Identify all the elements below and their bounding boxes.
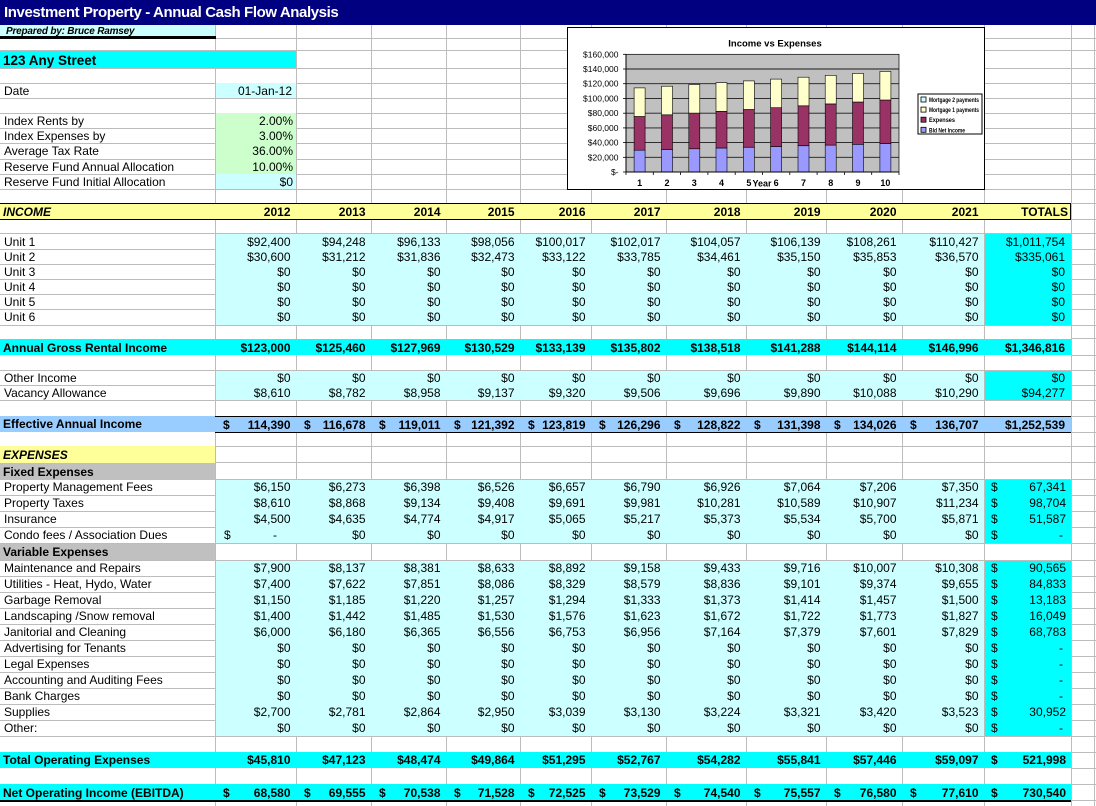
svg-text:1: 1	[637, 178, 642, 188]
svg-text:Bld Net Income: Bld Net Income	[929, 128, 966, 134]
svg-text:Mortgage 1 payments: Mortgage 1 payments	[929, 108, 980, 114]
svg-text:$160,000: $160,000	[583, 49, 619, 59]
svg-text:7: 7	[801, 178, 806, 188]
svg-text:$20,000: $20,000	[588, 152, 619, 162]
svg-text:Expenses: Expenses	[929, 118, 956, 124]
svg-text:6: 6	[774, 178, 779, 188]
svg-text:$60,000: $60,000	[588, 123, 619, 133]
svg-text:Mortgage 2 payments: Mortgage 2 payments	[929, 98, 980, 104]
svg-text:Income vs Expenses: Income vs Expenses	[728, 39, 821, 50]
svg-text:8: 8	[828, 178, 833, 188]
svg-text:$-: $-	[611, 167, 619, 177]
svg-text:Year: Year	[752, 179, 772, 189]
svg-text:4: 4	[719, 178, 724, 188]
svg-text:9: 9	[855, 178, 860, 188]
svg-text:3: 3	[692, 178, 697, 188]
svg-text:5: 5	[746, 178, 751, 188]
svg-text:10: 10	[880, 178, 890, 188]
svg-text:2: 2	[664, 178, 669, 188]
svg-text:$80,000: $80,000	[588, 108, 619, 118]
svg-text:$100,000: $100,000	[583, 93, 619, 103]
svg-text:$120,000: $120,000	[583, 79, 619, 89]
svg-text:$40,000: $40,000	[588, 138, 619, 148]
svg-text:$140,000: $140,000	[583, 64, 619, 74]
